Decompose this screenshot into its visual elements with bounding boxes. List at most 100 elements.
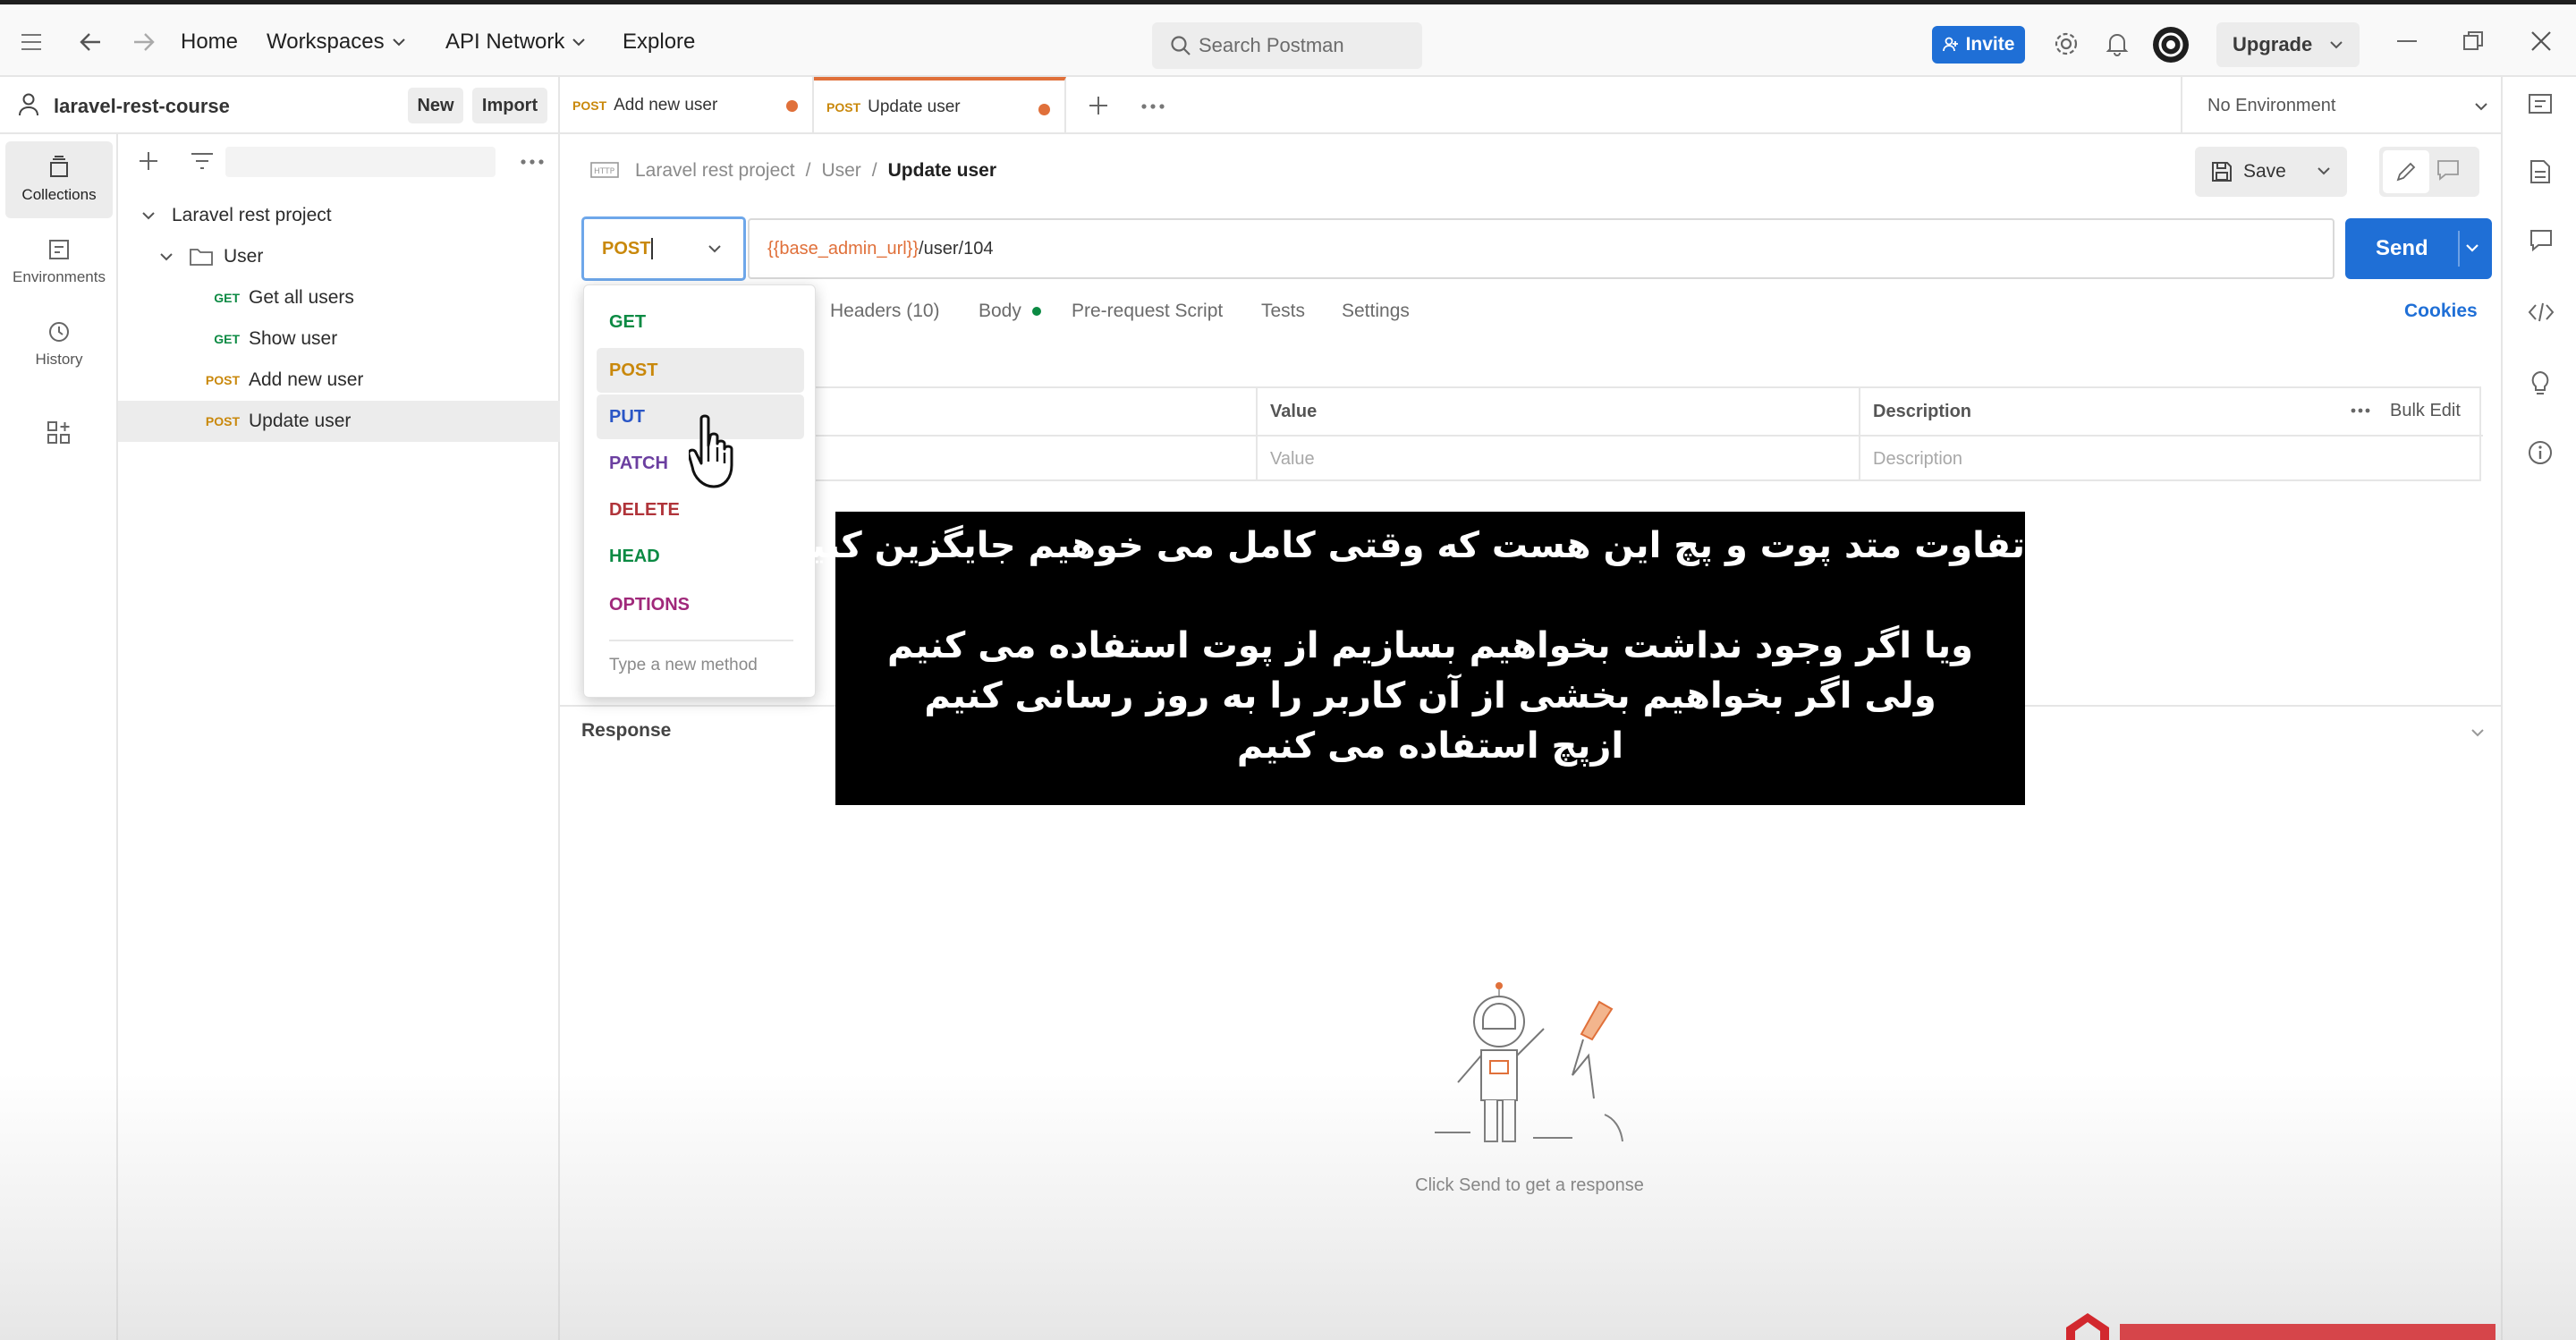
import-button[interactable]: Import — [472, 88, 547, 123]
top-bar: Home Workspaces API Network Explore Sear… — [0, 0, 2576, 77]
tab-body[interactable]: Body — [979, 301, 1041, 322]
tree-item-label: Add new user — [249, 369, 364, 390]
tab-settings[interactable]: Settings — [1342, 301, 1410, 322]
chevron-down-icon — [2318, 167, 2330, 175]
search-input[interactable]: Search Postman — [1152, 22, 1422, 69]
more-tabs-icon[interactable] — [1141, 104, 1165, 109]
tab-update-user[interactable]: POST Update user — [814, 77, 1066, 134]
comments-icon[interactable] — [2529, 229, 2553, 252]
tree-item[interactable]: GET Get all users — [118, 277, 560, 318]
new-button[interactable]: New — [408, 88, 463, 123]
breadcrumb-folder[interactable]: User — [821, 160, 860, 182]
tab-body-label: Body — [979, 301, 1021, 321]
menu-icon[interactable] — [21, 33, 43, 51]
tab-add-new-user[interactable]: POST Add new user — [560, 77, 814, 134]
notification-bell-icon[interactable] — [2106, 31, 2129, 56]
save-label: Save — [2243, 161, 2286, 182]
astronaut-illustration — [1426, 980, 1640, 1150]
environment-select[interactable]: No Environment — [2181, 77, 2490, 134]
tab-prerequest-script[interactable]: Pre-request Script — [1072, 301, 1223, 322]
nav-api-network[interactable]: API Network — [445, 30, 586, 55]
new-tab-icon[interactable] — [1088, 95, 1109, 116]
restore-window-icon[interactable] — [2463, 31, 2483, 51]
filter-icon[interactable] — [190, 152, 215, 170]
lightbulb-icon[interactable] — [2529, 370, 2551, 397]
unsaved-dot — [786, 100, 798, 112]
method-select[interactable]: POST — [581, 216, 746, 281]
right-rail — [2501, 77, 2576, 1340]
chevron-down-icon[interactable] — [2465, 243, 2479, 252]
bulk-edit-link[interactable]: Bulk Edit — [2390, 401, 2461, 421]
table-header-description-label: Description — [1873, 401, 1972, 421]
tab-tests[interactable]: Tests — [1261, 301, 1305, 322]
nav-home[interactable]: Home — [181, 30, 238, 55]
user-icon — [18, 93, 39, 116]
menu-item-delete[interactable]: DELETE — [597, 488, 804, 532]
cookies-link[interactable]: Cookies — [2404, 301, 2478, 322]
tree-item-selected[interactable]: POST Update user — [118, 401, 560, 442]
rail-collections[interactable]: Collections — [5, 141, 113, 218]
back-arrow-icon[interactable] — [79, 31, 102, 53]
text-cursor — [651, 238, 654, 259]
folder-icon — [190, 249, 213, 266]
breadcrumb-collection[interactable]: Laravel rest project — [635, 160, 795, 182]
method-tag: GET — [214, 291, 240, 305]
method-tag: POST — [205, 414, 240, 428]
avatar[interactable] — [2152, 26, 2190, 64]
search-icon — [1171, 36, 1191, 55]
settings-gear-icon[interactable] — [2054, 31, 2079, 56]
tree-item-label: Show user — [249, 328, 338, 349]
nav-explore[interactable]: Explore — [623, 30, 695, 55]
more-options-icon[interactable] — [2351, 408, 2370, 413]
upgrade-button[interactable]: Upgrade — [2216, 22, 2360, 67]
new-method-input[interactable]: Type a new method — [609, 656, 758, 675]
invite-button[interactable]: Invite — [1932, 26, 2025, 64]
documentation-icon[interactable] — [2529, 159, 2551, 184]
url-variable: {{base_admin_url}} — [767, 238, 919, 259]
menu-item-post[interactable]: POST — [597, 348, 804, 393]
workspace-name: laravel-rest-course — [54, 95, 230, 117]
tree-folder-user[interactable]: User — [118, 236, 560, 277]
table-cell-value[interactable]: Value — [1258, 435, 1860, 481]
url-path: /user/104 — [919, 238, 994, 259]
nav-workspaces[interactable]: Workspaces — [267, 30, 406, 55]
tree-collection[interactable]: Laravel rest project — [118, 195, 560, 236]
comment-icon[interactable] — [2436, 159, 2460, 181]
code-icon[interactable] — [2528, 302, 2555, 322]
info-icon[interactable] — [2528, 440, 2553, 465]
add-widget-icon[interactable] — [47, 420, 72, 445]
chevron-down-icon[interactable] — [2470, 728, 2485, 737]
menu-item-get[interactable]: GET — [597, 300, 804, 344]
table-cell-description[interactable]: Description — [1860, 435, 2483, 481]
tree-item[interactable]: POST Add new user — [118, 360, 560, 401]
environment-quicklook-icon[interactable] — [2528, 93, 2553, 116]
collections-icon — [50, 156, 68, 177]
unsaved-dot — [1038, 104, 1050, 115]
more-options-icon[interactable] — [521, 159, 544, 165]
search-placeholder: Search Postman — [1199, 34, 1344, 56]
send-divider — [2458, 231, 2460, 267]
send-button[interactable]: Send — [2345, 218, 2492, 279]
method-tag: GET — [214, 332, 240, 346]
menu-item-head[interactable]: HEAD — [597, 534, 804, 579]
menu-item-options[interactable]: OPTIONS — [597, 582, 804, 627]
add-icon[interactable] — [138, 150, 159, 172]
hand-cursor-icon — [689, 413, 737, 488]
tree-folder-label: User — [224, 246, 264, 267]
chevron-down-icon — [572, 38, 586, 47]
minimize-icon[interactable] — [2397, 40, 2417, 44]
sidebar-search-input[interactable] — [225, 147, 496, 177]
collections-sidebar: Laravel rest project User GET Get all us… — [118, 134, 560, 1340]
url-input[interactable]: {{base_admin_url}}/user/104 — [748, 218, 2334, 279]
forward-arrow-icon[interactable] — [132, 31, 156, 53]
save-button[interactable]: Save — [2195, 147, 2347, 197]
tree-item[interactable]: GET Show user — [118, 318, 560, 360]
rail-environments[interactable]: Environments — [5, 224, 113, 301]
rail-history[interactable]: History — [5, 306, 113, 383]
tree-item-label: Get all users — [249, 287, 354, 308]
pencil-icon[interactable] — [2383, 150, 2429, 193]
tree-collection-label: Laravel rest project — [172, 205, 332, 225]
close-window-icon[interactable] — [2531, 31, 2551, 51]
rail-collections-label: Collections — [21, 186, 97, 203]
tab-headers[interactable]: Headers (10) — [830, 301, 940, 322]
